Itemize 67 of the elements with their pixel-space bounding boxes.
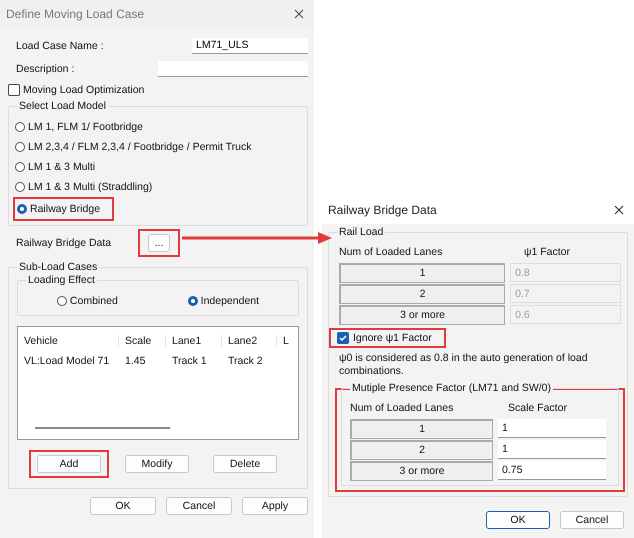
group-title: Mutiple Presence Factor (LM71 and SW/0) (350, 382, 553, 394)
checkbox-label: Ignore ψ1 Factor (353, 332, 432, 344)
factor-field[interactable]: 0.75 (498, 461, 606, 480)
dialog-button[interactable]: Cancel (560, 511, 624, 529)
column-header: Num of Loaded Lanes (339, 246, 444, 258)
group-title: Select Load Model (17, 100, 108, 112)
table-cell-text: Track 2 (227, 355, 264, 367)
field-label: Description : (16, 62, 74, 74)
window-title: Define Moving Load Case (6, 7, 144, 21)
radio-button[interactable] (15, 142, 25, 152)
radio-button[interactable] (56, 296, 67, 306)
close-icon[interactable] (294, 9, 304, 19)
dialog-button[interactable]: Apply (242, 497, 308, 515)
column-header: ψ1 Factor (523, 246, 570, 258)
window-title: Railway Bridge Data (328, 203, 437, 217)
column-header[interactable]: Lane2 (222, 335, 277, 347)
name-input[interactable]: LM71_ULS (192, 38, 308, 54)
factor-field[interactable]: 1 (498, 440, 606, 459)
field-label: Railway Bridge Data (16, 237, 112, 249)
radio-label: LM 1 & 3 Multi (Straddling) (28, 181, 152, 193)
column-header[interactable]: Vehicle (18, 335, 119, 347)
row-header: 1 (350, 418, 493, 438)
field-label: Load Case Name : (16, 40, 104, 52)
action-button[interactable]: Modify (125, 455, 189, 473)
table-cell-text: 1.45 (124, 355, 146, 367)
column-header[interactable]: Lane1 (166, 335, 222, 347)
row-header: 1 (339, 262, 506, 282)
arrow-icon (182, 232, 332, 244)
radio-button[interactable] (17, 204, 27, 214)
description-input[interactable] (158, 60, 308, 76)
radio-label: Independent (200, 295, 260, 307)
group-title: Sub-Load Cases (17, 261, 100, 273)
dialog-button[interactable]: OK (486, 511, 550, 529)
row-header: 2 (339, 284, 506, 304)
dialog-button[interactable]: Cancel (166, 497, 232, 515)
column-header: Scale Factor (507, 402, 567, 414)
action-button[interactable]: Delete (213, 455, 277, 473)
check-icon (338, 333, 348, 343)
note-text: ψ0 is considered as 0.8 in the auto generation of load combinations. (339, 352, 589, 378)
row-header: 3 or more (339, 304, 506, 324)
radio-button[interactable] (15, 182, 25, 192)
row-header: 3 or more (350, 460, 493, 480)
radio-label: LM 1, FLM 1/ Footbridge (28, 121, 143, 133)
radio-label: LM 2,3,4 / FLM 2,3,4 / Footbridge / Permit Truck (28, 141, 252, 153)
checkbox[interactable] (337, 332, 349, 344)
action-button[interactable]: Add (37, 455, 101, 473)
row-header: 2 (350, 440, 493, 460)
radio-label: Railway Bridge (30, 203, 100, 215)
checkbox-label: Moving Load Optimization (23, 84, 144, 96)
table-cell-text: VL:Load Model 71 (23, 355, 110, 367)
radio-label: LM 1 & 3 Multi (28, 161, 96, 173)
radio-button[interactable] (15, 122, 25, 132)
radio-label: Combined (70, 295, 118, 307)
group-title: Loading Effect (26, 274, 97, 286)
column-header: Num of Loaded Lanes (350, 402, 454, 414)
column-header[interactable]: Scale (119, 335, 166, 347)
factor-field[interactable]: 1 (498, 419, 606, 438)
radio-button[interactable] (15, 162, 25, 172)
radio-button[interactable] (188, 296, 198, 306)
checkbox[interactable] (8, 84, 20, 96)
table-cell-text: Track 1 (171, 355, 208, 367)
browse-button[interactable]: ... (148, 234, 170, 252)
column-header[interactable]: L (277, 335, 291, 347)
close-icon[interactable] (614, 205, 624, 215)
scrollbar-thumb[interactable] (35, 427, 170, 429)
dialog-button[interactable]: OK (90, 497, 156, 515)
group-title: Rail Load (337, 226, 386, 238)
